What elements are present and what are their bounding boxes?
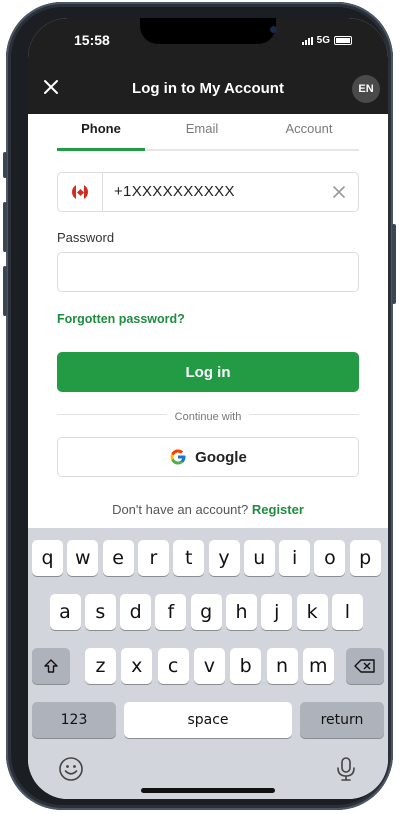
volume-down-button (3, 266, 7, 316)
front-camera (270, 26, 277, 33)
shift-key[interactable] (32, 648, 70, 684)
register-prompt-text: Don't have an account? (112, 502, 249, 517)
key-a[interactable]: a (49, 594, 81, 630)
language-button[interactable]: EN (352, 75, 380, 103)
login-method-tabs: Phone Email Account (57, 114, 359, 151)
shift-icon (44, 659, 58, 673)
screen: 15:58 5G Log in to My Account EN Phone E… (28, 18, 388, 799)
key-u[interactable]: u (243, 540, 275, 576)
google-icon (170, 449, 186, 465)
key-h[interactable]: h (226, 594, 257, 630)
google-button-label: Google (195, 448, 247, 466)
network-label: 5G (316, 35, 330, 46)
key-m[interactable]: m (302, 648, 334, 684)
key-r[interactable]: r (137, 540, 169, 576)
country-selector[interactable] (58, 173, 103, 211)
key-q[interactable]: q (32, 540, 63, 576)
canada-flag-icon (72, 184, 88, 200)
tab-account[interactable]: Account (264, 114, 354, 149)
password-label: Password (57, 230, 115, 245)
volume-up-button (3, 202, 7, 252)
key-o[interactable]: o (314, 540, 346, 576)
clear-button[interactable] (332, 185, 346, 199)
battery-icon (334, 36, 352, 45)
home-indicator (141, 788, 275, 793)
header: 15:58 5G Log in to My Account EN (28, 18, 388, 114)
space-key[interactable]: space (124, 702, 292, 738)
tab-phone[interactable]: Phone (57, 114, 145, 149)
key-s[interactable]: s (84, 594, 116, 630)
key-c[interactable]: c (157, 648, 189, 684)
emoji-icon[interactable] (58, 756, 84, 782)
continue-with-label: Continue with (166, 411, 250, 423)
backspace-key[interactable] (346, 648, 384, 684)
login-button[interactable]: Log in (57, 352, 359, 392)
google-login-button[interactable]: Google (57, 437, 359, 477)
password-input[interactable] (57, 252, 359, 292)
key-f[interactable]: f (155, 594, 187, 630)
phone-frame: 15:58 5G Log in to My Account EN Phone E… (3, 2, 396, 810)
key-b[interactable]: b (230, 648, 262, 684)
register-prompt: Don't have an account? Register (28, 502, 388, 517)
key-x[interactable]: x (121, 648, 153, 684)
key-i[interactable]: i (279, 540, 311, 576)
key-e[interactable]: e (102, 540, 134, 576)
notch (140, 18, 277, 44)
key-d[interactable]: d (120, 594, 152, 630)
microphone-icon[interactable] (334, 756, 358, 782)
keyboard: qwertyuiop asdfghjkl zxcvbnm 123 space r… (28, 528, 388, 799)
numbers-key[interactable]: 123 (32, 702, 116, 738)
return-key[interactable]: return (300, 702, 384, 738)
active-tab-indicator (57, 148, 145, 151)
backspace-icon (354, 659, 375, 673)
phone-number-input[interactable]: +1XXXXXXXXXX (114, 183, 235, 200)
key-y[interactable]: y (208, 540, 240, 576)
phone-number-field[interactable]: +1XXXXXXXXXX (57, 172, 359, 212)
key-j[interactable]: j (261, 594, 293, 630)
key-g[interactable]: g (190, 594, 222, 630)
continue-with-divider: Continue with (28, 407, 388, 425)
key-k[interactable]: k (296, 594, 328, 630)
status-indicators: 5G (301, 35, 352, 46)
forgot-password-link[interactable]: Forgotten password? (57, 312, 185, 326)
key-n[interactable]: n (266, 648, 298, 684)
status-time: 15:58 (74, 32, 110, 48)
power-button (392, 224, 396, 304)
key-l[interactable]: l (331, 594, 363, 630)
key-z[interactable]: z (85, 648, 116, 684)
key-w[interactable]: w (67, 540, 99, 576)
signal-icon (301, 36, 313, 45)
register-link[interactable]: Register (252, 502, 304, 517)
side-button (3, 152, 7, 178)
tab-email[interactable]: Email (158, 114, 246, 149)
page-title: Log in to My Account (132, 80, 284, 97)
key-v[interactable]: v (193, 648, 225, 684)
key-t[interactable]: t (173, 540, 205, 576)
clear-icon (333, 186, 345, 198)
key-p[interactable]: p (349, 540, 381, 576)
